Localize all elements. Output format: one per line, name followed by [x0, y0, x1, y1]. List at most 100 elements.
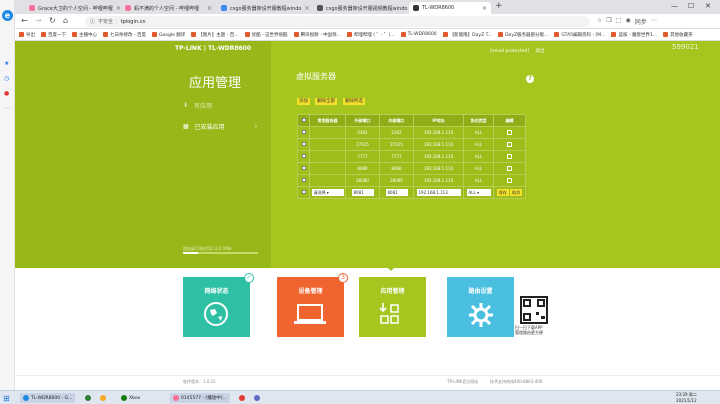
- delete-selected-button[interactable]: 删除所选: [343, 98, 365, 105]
- back-icon[interactable]: ←: [21, 16, 28, 25]
- maximize-icon[interactable]: ☐: [688, 2, 694, 10]
- card-network-status[interactable]: 网络状态 ✓: [183, 273, 254, 337]
- chevron-right-icon: ›: [254, 123, 258, 130]
- card-device-management[interactable]: 设备管理 3: [277, 273, 348, 337]
- menu-installed-apps[interactable]: ▦ 已安装应用 ›: [183, 122, 257, 131]
- internal-port-input[interactable]: 8081: [385, 189, 408, 196]
- bookmark-icon: [346, 32, 352, 37]
- page-footer: 软件版本：1.0.22 TP-LINK官方网站 技术支持热线400-8863-4…: [15, 375, 720, 387]
- minimize-icon[interactable]: —: [671, 2, 678, 10]
- bookmark-item[interactable]: 主播中心: [72, 32, 97, 38]
- bookmark-item[interactable]: 【图片】主题 - 百...: [191, 32, 239, 38]
- profile-icon[interactable]: ◉: [625, 17, 630, 26]
- cancel-button[interactable]: 取消: [510, 189, 523, 196]
- row-checkbox[interactable]: [297, 186, 310, 199]
- bookmark-item[interactable]: 哔哩哔哩 ( ゜- ゜)...: [346, 32, 395, 38]
- edit-icon[interactable]: [493, 126, 526, 139]
- browser-logo-icon[interactable]: e: [2, 10, 13, 21]
- bookmark-item[interactable]: 百度一下: [41, 32, 66, 38]
- bookmark-icon: [19, 32, 24, 37]
- taskbar-app-6[interactable]: [236, 393, 248, 403]
- player-icon: [173, 395, 179, 401]
- star-icon[interactable]: ★: [4, 60, 9, 67]
- add-button[interactable]: 添加: [297, 98, 310, 105]
- bookmark-item[interactable]: 腾讯视频 - 中国领...: [293, 32, 341, 38]
- menu-icon[interactable]: ⋯: [651, 17, 657, 26]
- profile-label[interactable]: 同步: [635, 17, 647, 26]
- page-icon: [221, 5, 227, 11]
- edit-icon[interactable]: [493, 174, 526, 187]
- close-icon[interactable]: ×: [116, 5, 120, 12]
- card-app-management[interactable]: 应用管理: [359, 277, 426, 337]
- external-port-input[interactable]: 8081: [351, 189, 374, 196]
- bookmark-item[interactable]: 优酷 - 这世界很酷: [244, 32, 288, 38]
- delete-all-button[interactable]: 删除全部: [315, 98, 337, 105]
- home-icon[interactable]: ⌂: [63, 16, 68, 25]
- row-checkbox[interactable]: [297, 126, 310, 139]
- ip-address-input[interactable]: 192.168.1.113: [416, 189, 461, 196]
- window-close-icon[interactable]: ✕: [705, 2, 711, 10]
- bookmark-item[interactable]: 七日杀修改 - 百度: [103, 32, 146, 38]
- row-checkbox[interactable]: [297, 138, 310, 151]
- bookmark-icon: [554, 32, 560, 37]
- logout-link[interactable]: 退出: [536, 49, 545, 54]
- history-icon[interactable]: ◷: [4, 75, 9, 82]
- forward-icon[interactable]: →: [35, 16, 42, 25]
- edit-icon[interactable]: [493, 162, 526, 175]
- row-checkbox[interactable]: [297, 174, 310, 187]
- start-icon[interactable]: ⊞: [3, 394, 10, 403]
- edit-icon[interactable]: [493, 150, 526, 163]
- account-email[interactable]: [email protected]: [490, 49, 529, 54]
- bookmark-item[interactable]: GTA5编辑资料 - [M...: [554, 32, 605, 38]
- taskbar-app-player[interactable]: 0145577 - [播放中]...: [170, 393, 230, 403]
- save-button[interactable]: 保存: [496, 189, 509, 196]
- select-all-checkbox[interactable]: [297, 114, 310, 127]
- help-icon[interactable]: ?: [526, 75, 534, 83]
- tab-4[interactable]: csgo服务器架设开服视频教程windo×: [313, 2, 408, 14]
- tab-tl-wdr8600[interactable]: TL-WDR8600 ×: [409, 2, 491, 14]
- tab-3[interactable]: csgo服务器架设开服教程windo ×: [217, 2, 312, 14]
- bookmark-item[interactable]: TL-WDR8600: [400, 32, 437, 37]
- taskbar-app-7[interactable]: [251, 393, 263, 403]
- row-checkbox[interactable]: [297, 150, 310, 163]
- address-input[interactable]: ⓘ 不安全 | tplogin.cn: [85, 16, 590, 27]
- edit-icon[interactable]: [493, 138, 526, 151]
- collections-icon[interactable]: ❒: [606, 17, 611, 26]
- virtual-server-table: 常用服务器 外部端口 内部端口 IP地址 协议类型 编辑 2302 2302 1…: [297, 114, 526, 199]
- bookmark-item[interactable]: 导出: [19, 32, 35, 38]
- bookmark-icon: [103, 32, 108, 37]
- taskbar-app-browser[interactable]: TL-WDR8600 - G...: [20, 393, 76, 403]
- close-icon[interactable]: ×: [207, 5, 212, 12]
- row-checkbox[interactable]: [297, 162, 310, 175]
- apps-grid-icon: [379, 303, 399, 324]
- system-clock[interactable]: 23:29 周二 2021/1/12: [676, 392, 697, 404]
- taskbar-app-2[interactable]: [82, 393, 94, 403]
- reload-icon[interactable]: ↻: [49, 16, 56, 25]
- server-select[interactable]: 请选择 ▾: [311, 189, 344, 196]
- more-icon[interactable]: ⋯: [4, 105, 10, 112]
- weibo-icon[interactable]: ●: [4, 90, 9, 97]
- close-icon[interactable]: ×: [482, 5, 487, 12]
- table-row: 27015 27015 192.168.1.110 ALL: [297, 138, 526, 151]
- new-tab-button[interactable]: +: [495, 1, 503, 11]
- tab-2[interactable]: 蚂不满的个人空间 - 哔哩哔哩 ×: [121, 2, 216, 14]
- laptop-icon: [294, 304, 326, 324]
- bookmark-item[interactable]: 其他收藏夹: [663, 32, 693, 38]
- favorite-icon[interactable]: ☆: [597, 17, 602, 26]
- tab-1[interactable]: Grace大卫的个人空间 - 哔哩哔哩 ×: [25, 2, 120, 14]
- card-router-settings[interactable]: 路由设置: [447, 277, 514, 337]
- menu-available-apps[interactable]: ⬇ 有应用: [183, 101, 212, 110]
- taskbar-app-xbox[interactable]: Xbox: [118, 393, 143, 403]
- protocol-select[interactable]: ALL ▾: [466, 189, 491, 196]
- close-icon[interactable]: ×: [304, 5, 309, 12]
- taskbar-app-3[interactable]: [97, 393, 109, 403]
- bookmark-item[interactable]: 【新版隆】DayZ T...: [442, 32, 492, 38]
- bookmark-icon: [611, 32, 617, 37]
- bookmark-item[interactable]: Google 翻译: [151, 32, 185, 38]
- official-site-link[interactable]: TP-LINK官方网站: [447, 379, 478, 385]
- router-brand-logo: TP-LINK | TL-WDR8600: [175, 45, 252, 52]
- app-icon: [254, 395, 260, 401]
- bookmark-item[interactable]: DayZ服务器部分版...: [498, 32, 548, 38]
- extension-icon[interactable]: ⬚: [616, 17, 622, 26]
- bookmark-item[interactable]: 蓝核 - 魔兽世界1...: [611, 32, 657, 38]
